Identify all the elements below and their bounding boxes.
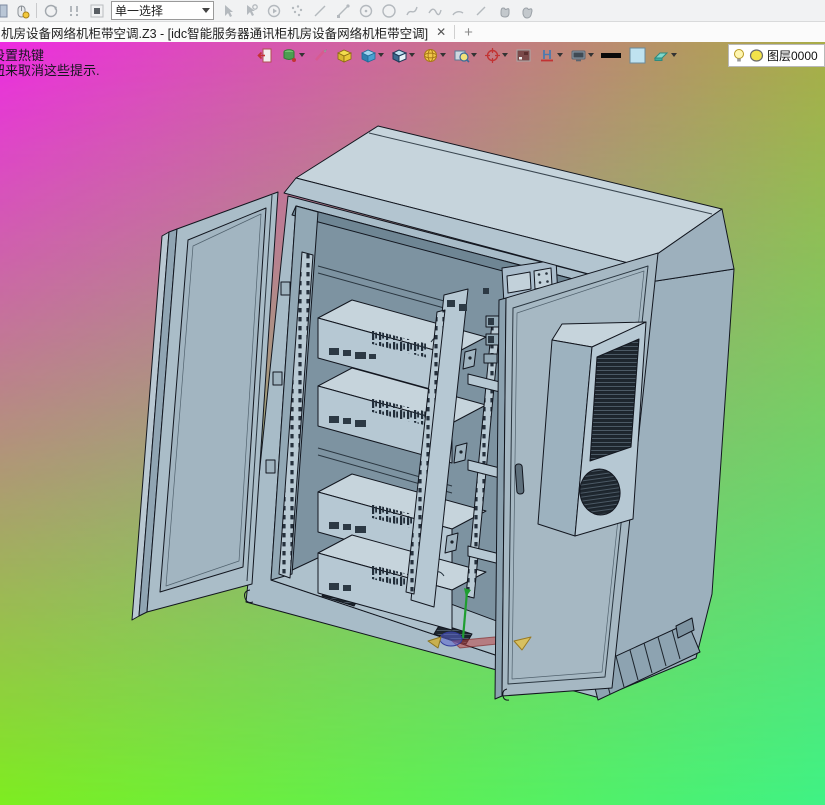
grab-hand-icon[interactable] (518, 2, 536, 20)
cabinet-group (131, 125, 735, 701)
cursor-query-icon[interactable] (242, 2, 260, 20)
chevron-down-icon (202, 8, 210, 13)
polyline-icon[interactable] (334, 2, 352, 20)
line-icon[interactable] (311, 2, 329, 20)
cabinet-3d-model[interactable] (0, 42, 825, 805)
circle-center-icon[interactable] (357, 2, 375, 20)
cursor-icon[interactable] (219, 2, 237, 20)
active-document-tab[interactable]: 机房设备网络机柜带空调.Z3 - [idc智能服务器通讯柜机房设备网络机柜带空调… (0, 23, 428, 42)
arc-icon[interactable] (449, 2, 467, 20)
spline-icon[interactable] (403, 2, 421, 20)
document-tab-bar: 机房设备网络机柜带空调.Z3 - [idc智能服务器通讯柜机房设备网络机柜带空调… (0, 22, 825, 42)
circle-icon[interactable] (380, 2, 398, 20)
segment-icon[interactable] (472, 2, 490, 20)
cad-application-window: 单一选择 机房设备网络机柜带空调.Z3 - [idc智能服务器通讯柜机房设备网络… (0, 0, 825, 805)
new-tab-button[interactable]: + (464, 24, 473, 41)
selection-mode-combo[interactable]: 单一选择 (111, 1, 214, 20)
selection-mode-value: 单一选择 (115, 4, 164, 18)
mouse-hotkey-icon[interactable] (13, 2, 31, 20)
door-handle (514, 463, 525, 495)
origin-marker (439, 631, 463, 647)
top-clip (447, 300, 455, 307)
clipped-icon[interactable] (0, 2, 8, 20)
toolbar-separator (36, 3, 37, 18)
tab-close-button[interactable]: ✕ (436, 25, 446, 39)
ac-unit (537, 321, 647, 537)
quick-toolbar: 单一选择 (0, 0, 825, 22)
curve-icon[interactable] (426, 2, 444, 20)
ac-louver-grille (589, 338, 640, 462)
stop-icon[interactable] (88, 2, 106, 20)
tab-separator (454, 25, 456, 39)
top-clip (459, 304, 467, 311)
model-viewport[interactable]: 设置热键 钮来取消这些提示. (0, 42, 825, 805)
constraints-icon[interactable] (65, 2, 83, 20)
pan-hand-icon[interactable] (495, 2, 513, 20)
display-screen (506, 271, 532, 294)
rotate-view-icon[interactable] (42, 2, 60, 20)
orbit-play-icon[interactable] (265, 2, 283, 20)
points-icon[interactable] (288, 2, 306, 20)
